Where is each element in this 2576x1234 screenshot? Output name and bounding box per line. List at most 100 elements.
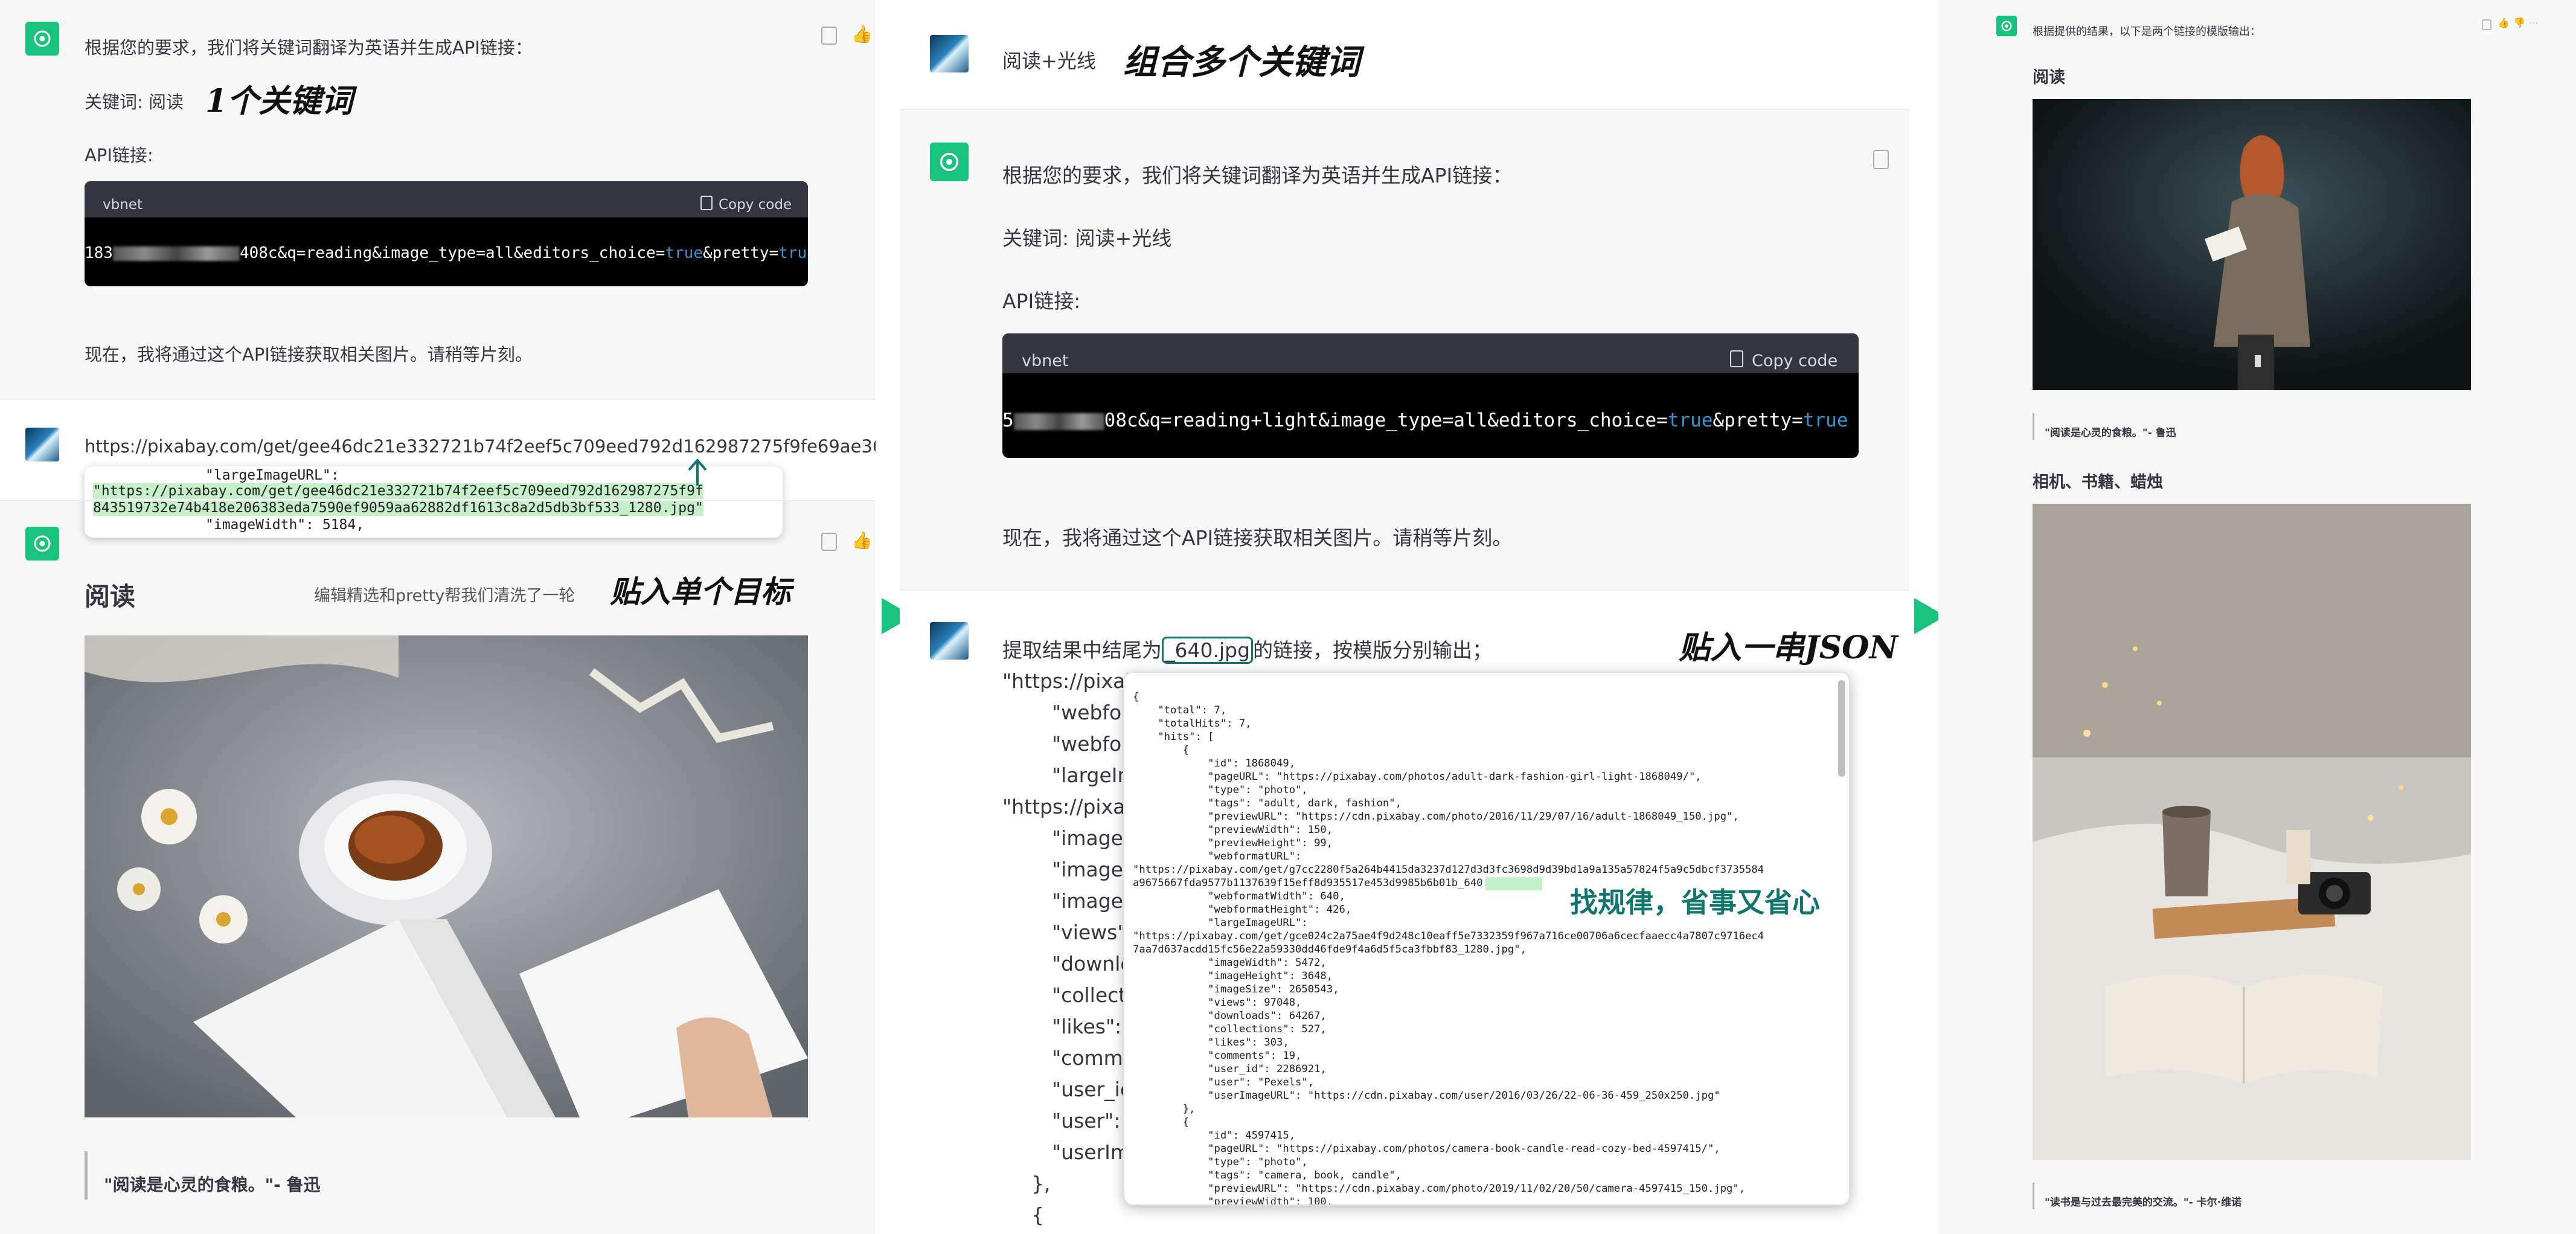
annotation-paste-json: 贴入一串JSON <box>1679 629 1898 666</box>
json-line: "tags": "adult, dark, fashion", <box>1133 797 1402 809</box>
divider <box>900 590 1909 591</box>
bg-line: "imageI <box>1052 858 1129 881</box>
redacted-key <box>1013 413 1104 430</box>
blockquote <box>2033 413 2034 440</box>
code-mid: 408c&q=reading&image_type=all&editors_ch… <box>239 244 665 262</box>
msg2-outro: 现在，我将通过这个API链接获取相关图片。请稍等片刻。 <box>1002 526 1513 550</box>
json-line: "views": 97048, <box>1133 997 1302 1009</box>
code-mid: 08c&q=reading+light&image_type=all&edito… <box>1104 410 1668 431</box>
json-line: { <box>1133 1116 1190 1128</box>
highlight-640 <box>1485 877 1542 890</box>
json-line: "largeImageURL": <box>1133 917 1308 929</box>
msg3-heading: 阅读 <box>85 582 136 611</box>
json-line: "userImageURL": "https://cdn.pixabay.com… <box>1133 1090 1720 1102</box>
user-url-text: https://pixabay.com/get/gee46dc21e332721… <box>85 436 876 457</box>
json-line: "https://pixabay.com/get/g7cc2280f5a264b… <box>1133 864 1764 876</box>
json-line: "user": "Pexels", <box>1133 1076 1315 1088</box>
right-quote-2: "读书是与过去最完美的交流。"- 卡尔·维诺 <box>2045 1197 2242 1209</box>
json-line: "https://pixabay.com/get/gce024c2a75ae4f… <box>1133 930 1764 942</box>
right-panel: 👍 👎 ⋯ 根据提供的结果，以下是两个链接的模版输出： 阅读 "阅读是心灵的食粮… <box>1938 0 2576 1234</box>
code-line: 5 08c&q=reading+light&image_type=all&edit… <box>1002 410 1848 431</box>
copy-icon[interactable] <box>1873 150 1889 169</box>
copy-icon[interactable] <box>821 27 837 45</box>
bg-line: "webfor <box>1052 701 1130 724</box>
redacted-key <box>112 246 240 261</box>
assistant-avatar <box>25 22 59 56</box>
json-popup[interactable]: { "total": 7, "totalHits": 7, "hits": [ … <box>1123 672 1850 1206</box>
tooltip-line: "https://pixabay.com/get/gee46dc21e33272… <box>93 483 703 499</box>
annotation-one-keyword: 1个关键词 <box>205 83 353 120</box>
thumbs-up-icon[interactable]: 👍 <box>851 24 873 44</box>
json-line: "previewWidth": 150, <box>1133 824 1333 836</box>
user-instruction: 提取结果中结尾为 _640.jpg 的链接，按模版分别输出； <box>1002 634 1493 664</box>
popup-scrollbar[interactable] <box>1838 680 1845 777</box>
thumbs-up-icon[interactable]: 👍 <box>2498 17 2510 28</box>
code-lang-label: vbnet <box>1022 352 1069 370</box>
json-line: "webformatWidth": 640, <box>1133 890 1345 902</box>
code-amp: &pretty= <box>703 244 779 262</box>
teal-arrow-icon <box>688 458 707 486</box>
middle-panel: 阅读+光线 组合多个关键词 根据您的要求，我们将关键词翻译为英语并生成API链接… <box>900 0 1909 1234</box>
bg-line: "likes": <box>1052 1015 1122 1038</box>
instruction-after: 的链接，按模版分别输出； <box>1253 638 1493 662</box>
msg1-api-label: API链接: <box>85 145 153 165</box>
msg2-api-label: API链接: <box>1002 289 1081 313</box>
json-line: a9675667fda9577b1137639f15eff8d935517e45… <box>1133 877 1520 889</box>
bg-line: "user_ic <box>1052 1078 1131 1101</box>
copy-code-button[interactable]: Copy code <box>700 196 792 213</box>
bg-line: "webfor <box>1052 732 1130 756</box>
json-line: "collections": 527, <box>1133 1023 1327 1035</box>
more-icon[interactable]: ⋯ <box>2529 17 2539 28</box>
msg3-note: 编辑精选和pretty帮我们清洗了一轮 <box>314 586 575 605</box>
tooltip-line: 843519732e74b418e206383eda7590ef9059aa62… <box>93 500 703 516</box>
assistant-avatar <box>1996 16 2017 36</box>
code-lang-label: vbnet <box>103 197 143 213</box>
json-line: "likes": 303, <box>1133 1036 1289 1049</box>
msg1-keyword: 关键词: 阅读 <box>85 92 184 112</box>
json-line: "previewURL": "https://cdn.pixabay.com/p… <box>1133 811 1739 823</box>
json-line: "previewURL": "https://cdn.pixabay.com/p… <box>1133 1183 1746 1195</box>
code-true: true <box>1667 410 1713 431</box>
user-avatar <box>25 428 59 461</box>
assistant-avatar <box>930 143 969 181</box>
instruction-before: 提取结果中结尾为 <box>1002 638 1162 662</box>
copy-icon[interactable] <box>2482 19 2491 30</box>
json-line: "previewWidth": 100, <box>1133 1196 1333 1206</box>
user-keywords-text: 阅读+光线 <box>1002 50 1096 72</box>
msg1-outro: 现在，我将通过这个API链接获取相关图片。请稍等片刻。 <box>85 344 533 365</box>
code-true: true <box>1802 410 1848 431</box>
thumbs-up-icon[interactable]: 👍 <box>851 530 873 550</box>
copy-code-button[interactable]: Copy code <box>1730 350 1837 370</box>
json-line: "comments": 19, <box>1133 1050 1302 1062</box>
bg-line: "userIm <box>1052 1140 1130 1164</box>
annotation-single-target: 贴入单个目标 <box>610 574 791 609</box>
bg-line: { <box>1031 1203 1044 1227</box>
json-line: "type": "photo", <box>1133 1156 1308 1168</box>
json-line: "downloads": 64267, <box>1133 1010 1327 1022</box>
divider <box>0 500 876 501</box>
bg-line: "collect <box>1052 983 1127 1007</box>
bg-line: "https://pixab <box>1002 795 1138 818</box>
code-true: true <box>665 244 703 262</box>
msg3-quote: "阅读是心灵的食粮。"- 鲁迅 <box>104 1175 321 1195</box>
json-line: "previewHeight": 99, <box>1133 837 1333 849</box>
json-line: "type": "photo", <box>1133 784 1308 796</box>
thumbs-down-icon[interactable]: 👎 <box>2513 17 2525 28</box>
instruction-highlight: _640.jpg <box>1162 637 1254 664</box>
copy-icon[interactable] <box>821 533 837 551</box>
user-avatar <box>930 622 969 660</box>
json-line: "pageURL": "https://pixabay.com/photos/c… <box>1133 1143 1720 1155</box>
assistant-avatar <box>25 527 59 561</box>
openai-logo-icon <box>34 535 51 552</box>
json-line: "webformatURL": <box>1133 850 1302 863</box>
bg-line: "image <box>1052 826 1123 850</box>
blockquote <box>2033 1183 2034 1209</box>
json-line: "imageWidth": 5472, <box>1133 957 1327 969</box>
json-line: { <box>1133 744 1190 756</box>
json-line: }, <box>1133 1103 1196 1115</box>
code-amp: &pretty= <box>1713 410 1803 431</box>
json-line: "imageHeight": 3648, <box>1133 970 1333 982</box>
json-line: "pageURL": "https://pixabay.com/photos/a… <box>1133 771 1702 783</box>
json-line: { <box>1133 691 1139 703</box>
annotation-find-pattern: 找规律，省事又省心 <box>1570 881 1820 921</box>
